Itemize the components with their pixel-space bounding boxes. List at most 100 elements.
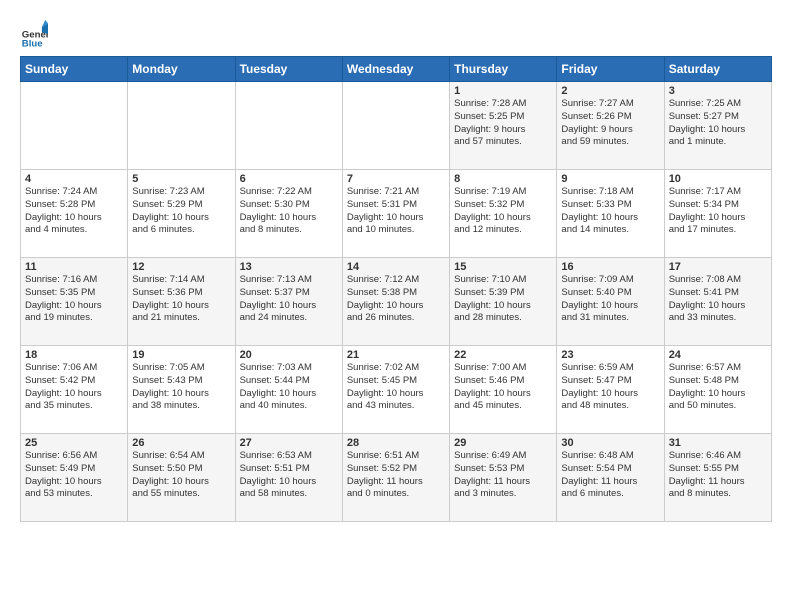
calendar-cell: 8Sunrise: 7:19 AM Sunset: 5:32 PM Daylig… [450,170,557,258]
day-info: Sunrise: 7:19 AM Sunset: 5:32 PM Dayligh… [454,186,552,237]
day-info: Sunrise: 7:16 AM Sunset: 5:35 PM Dayligh… [25,274,123,325]
day-info: Sunrise: 7:25 AM Sunset: 5:27 PM Dayligh… [669,98,767,149]
day-number: 5 [132,173,230,185]
day-number: 29 [454,437,552,449]
calendar-week-row: 11Sunrise: 7:16 AM Sunset: 5:35 PM Dayli… [21,258,772,346]
day-number: 3 [669,85,767,97]
col-header-thursday: Thursday [450,57,557,82]
calendar-cell: 3Sunrise: 7:25 AM Sunset: 5:27 PM Daylig… [664,82,771,170]
calendar-week-row: 25Sunrise: 6:56 AM Sunset: 5:49 PM Dayli… [21,434,772,522]
calendar-cell: 27Sunrise: 6:53 AM Sunset: 5:51 PM Dayli… [235,434,342,522]
calendar-cell: 9Sunrise: 7:18 AM Sunset: 5:33 PM Daylig… [557,170,664,258]
calendar-cell: 22Sunrise: 7:00 AM Sunset: 5:46 PM Dayli… [450,346,557,434]
day-number: 15 [454,261,552,273]
day-info: Sunrise: 7:05 AM Sunset: 5:43 PM Dayligh… [132,362,230,413]
day-info: Sunrise: 7:23 AM Sunset: 5:29 PM Dayligh… [132,186,230,237]
day-number: 21 [347,349,445,361]
day-number: 14 [347,261,445,273]
day-info: Sunrise: 6:57 AM Sunset: 5:48 PM Dayligh… [669,362,767,413]
calendar-cell: 13Sunrise: 7:13 AM Sunset: 5:37 PM Dayli… [235,258,342,346]
col-header-monday: Monday [128,57,235,82]
calendar-cell: 11Sunrise: 7:16 AM Sunset: 5:35 PM Dayli… [21,258,128,346]
calendar-cell: 10Sunrise: 7:17 AM Sunset: 5:34 PM Dayli… [664,170,771,258]
day-info: Sunrise: 6:46 AM Sunset: 5:55 PM Dayligh… [669,450,767,501]
calendar-cell: 2Sunrise: 7:27 AM Sunset: 5:26 PM Daylig… [557,82,664,170]
day-number: 10 [669,173,767,185]
calendar-cell: 14Sunrise: 7:12 AM Sunset: 5:38 PM Dayli… [342,258,449,346]
day-info: Sunrise: 7:06 AM Sunset: 5:42 PM Dayligh… [25,362,123,413]
day-info: Sunrise: 7:10 AM Sunset: 5:39 PM Dayligh… [454,274,552,325]
day-number: 28 [347,437,445,449]
day-number: 1 [454,85,552,97]
day-number: 19 [132,349,230,361]
calendar-week-row: 1Sunrise: 7:28 AM Sunset: 5:25 PM Daylig… [21,82,772,170]
calendar-cell: 31Sunrise: 6:46 AM Sunset: 5:55 PM Dayli… [664,434,771,522]
day-info: Sunrise: 7:08 AM Sunset: 5:41 PM Dayligh… [669,274,767,325]
calendar-cell: 12Sunrise: 7:14 AM Sunset: 5:36 PM Dayli… [128,258,235,346]
day-info: Sunrise: 7:28 AM Sunset: 5:25 PM Dayligh… [454,98,552,149]
calendar-table: SundayMondayTuesdayWednesdayThursdayFrid… [20,56,772,522]
calendar-header-row: SundayMondayTuesdayWednesdayThursdayFrid… [21,57,772,82]
day-info: Sunrise: 7:12 AM Sunset: 5:38 PM Dayligh… [347,274,445,325]
calendar-cell: 17Sunrise: 7:08 AM Sunset: 5:41 PM Dayli… [664,258,771,346]
day-number: 2 [561,85,659,97]
calendar-week-row: 4Sunrise: 7:24 AM Sunset: 5:28 PM Daylig… [21,170,772,258]
day-info: Sunrise: 6:56 AM Sunset: 5:49 PM Dayligh… [25,450,123,501]
day-info: Sunrise: 6:48 AM Sunset: 5:54 PM Dayligh… [561,450,659,501]
calendar-cell: 16Sunrise: 7:09 AM Sunset: 5:40 PM Dayli… [557,258,664,346]
col-header-saturday: Saturday [664,57,771,82]
calendar-cell: 23Sunrise: 6:59 AM Sunset: 5:47 PM Dayli… [557,346,664,434]
day-info: Sunrise: 7:27 AM Sunset: 5:26 PM Dayligh… [561,98,659,149]
calendar-cell: 1Sunrise: 7:28 AM Sunset: 5:25 PM Daylig… [450,82,557,170]
day-number: 17 [669,261,767,273]
day-number: 23 [561,349,659,361]
day-info: Sunrise: 7:24 AM Sunset: 5:28 PM Dayligh… [25,186,123,237]
calendar-cell [128,82,235,170]
day-number: 18 [25,349,123,361]
col-header-friday: Friday [557,57,664,82]
calendar-cell: 24Sunrise: 6:57 AM Sunset: 5:48 PM Dayli… [664,346,771,434]
day-number: 26 [132,437,230,449]
day-number: 30 [561,437,659,449]
day-info: Sunrise: 7:03 AM Sunset: 5:44 PM Dayligh… [240,362,338,413]
calendar-cell: 30Sunrise: 6:48 AM Sunset: 5:54 PM Dayli… [557,434,664,522]
calendar-cell: 28Sunrise: 6:51 AM Sunset: 5:52 PM Dayli… [342,434,449,522]
day-info: Sunrise: 7:21 AM Sunset: 5:31 PM Dayligh… [347,186,445,237]
day-info: Sunrise: 6:59 AM Sunset: 5:47 PM Dayligh… [561,362,659,413]
day-number: 24 [669,349,767,361]
day-number: 9 [561,173,659,185]
day-number: 8 [454,173,552,185]
logo-icon: General Blue [20,20,48,48]
day-number: 22 [454,349,552,361]
calendar-cell [342,82,449,170]
day-info: Sunrise: 6:54 AM Sunset: 5:50 PM Dayligh… [132,450,230,501]
page-header: General Blue [20,16,772,48]
calendar-cell: 4Sunrise: 7:24 AM Sunset: 5:28 PM Daylig… [21,170,128,258]
day-info: Sunrise: 6:53 AM Sunset: 5:51 PM Dayligh… [240,450,338,501]
day-info: Sunrise: 7:00 AM Sunset: 5:46 PM Dayligh… [454,362,552,413]
calendar-cell: 6Sunrise: 7:22 AM Sunset: 5:30 PM Daylig… [235,170,342,258]
day-number: 16 [561,261,659,273]
day-info: Sunrise: 7:22 AM Sunset: 5:30 PM Dayligh… [240,186,338,237]
day-info: Sunrise: 6:49 AM Sunset: 5:53 PM Dayligh… [454,450,552,501]
day-number: 25 [25,437,123,449]
day-number: 27 [240,437,338,449]
calendar-cell [21,82,128,170]
day-number: 12 [132,261,230,273]
day-number: 6 [240,173,338,185]
day-info: Sunrise: 7:14 AM Sunset: 5:36 PM Dayligh… [132,274,230,325]
calendar-cell: 5Sunrise: 7:23 AM Sunset: 5:29 PM Daylig… [128,170,235,258]
calendar-cell: 20Sunrise: 7:03 AM Sunset: 5:44 PM Dayli… [235,346,342,434]
day-number: 7 [347,173,445,185]
calendar-cell: 18Sunrise: 7:06 AM Sunset: 5:42 PM Dayli… [21,346,128,434]
day-info: Sunrise: 7:18 AM Sunset: 5:33 PM Dayligh… [561,186,659,237]
day-info: Sunrise: 7:17 AM Sunset: 5:34 PM Dayligh… [669,186,767,237]
calendar-cell [235,82,342,170]
col-header-sunday: Sunday [21,57,128,82]
calendar-cell: 15Sunrise: 7:10 AM Sunset: 5:39 PM Dayli… [450,258,557,346]
calendar-cell: 7Sunrise: 7:21 AM Sunset: 5:31 PM Daylig… [342,170,449,258]
day-info: Sunrise: 7:02 AM Sunset: 5:45 PM Dayligh… [347,362,445,413]
day-number: 11 [25,261,123,273]
day-info: Sunrise: 7:09 AM Sunset: 5:40 PM Dayligh… [561,274,659,325]
calendar-cell: 25Sunrise: 6:56 AM Sunset: 5:49 PM Dayli… [21,434,128,522]
